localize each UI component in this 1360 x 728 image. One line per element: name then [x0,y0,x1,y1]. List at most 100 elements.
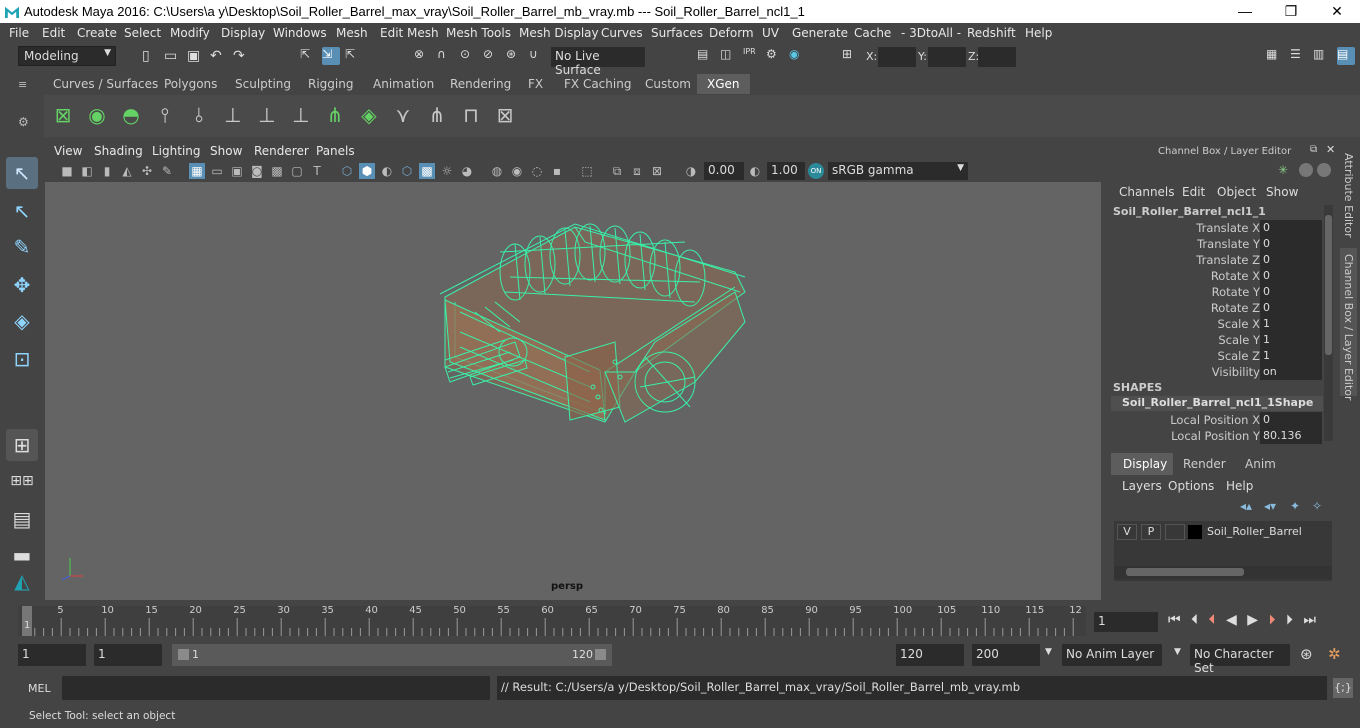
color-management-icon[interactable]: ON [808,163,824,179]
layer-color-swatch[interactable] [1188,525,1202,539]
xgen-lock-icon[interactable]: ⊥ [286,99,316,131]
channel-translate-z[interactable]: Translate Z0 [1106,252,1324,268]
cb-menu-channels[interactable]: Channels [1119,185,1175,199]
xray-joints-icon[interactable]: ⧈ [629,163,645,179]
new-layer-icon[interactable]: ✦ [1290,499,1300,513]
xgen-editor-icon[interactable]: ⊠ [48,99,78,131]
depth-of-field-icon[interactable]: ▪ [549,163,565,179]
menu-cache[interactable]: Cache [854,26,891,40]
exposure-field[interactable]: 0.00 [704,162,744,180]
shelf-tab-sculpting[interactable]: Sculpting [225,74,301,94]
maya-home-icon[interactable]: ◭ [6,565,38,597]
safe-action-icon[interactable]: ▢ [289,163,305,179]
step-back-icon[interactable]: ⏴ [1191,612,1198,628]
use-all-lights-icon[interactable]: ☼ [439,163,455,179]
xgen-grass-icon[interactable]: ⋔ [320,99,350,131]
channel-box-tab[interactable]: Channel Box / Layer Editor [1340,248,1357,401]
menu-file[interactable]: File [9,26,29,40]
menu-surfaces[interactable]: Surfaces [651,26,703,40]
xgen-brush-icon[interactable]: ⋎ [388,99,418,131]
channel-local-position-x[interactable]: Local Position X0 [1106,412,1324,428]
new-layer-selected-icon[interactable]: ✧ [1312,499,1322,513]
field-chart-icon[interactable]: ▩ [269,163,285,179]
menu-mesh-display[interactable]: Mesh Display [519,26,599,40]
bookmark-icon[interactable]: ▮ [99,163,115,179]
screen-space-ao-icon[interactable]: ◍ [489,163,505,179]
tool-settings-icon[interactable]: ▥ [1313,47,1331,65]
minimize-button[interactable]: — [1222,0,1268,23]
image-plane-icon[interactable]: ◭ [119,163,135,179]
smooth-shade-icon[interactable]: ⬢ [359,163,375,179]
menu-deform[interactable]: Deform [709,26,754,40]
viewport-menu-lighting[interactable]: Lighting [152,144,201,158]
save-scene-icon[interactable]: ▣ [187,48,205,66]
channel-value[interactable]: 0 [1260,236,1322,252]
menu-select[interactable]: Select [124,26,161,40]
safe-title-icon[interactable]: T [309,163,325,179]
redo-icon[interactable]: ↷ [233,48,251,66]
shadows-icon[interactable]: ◕ [459,163,475,179]
layer-move-up-icon[interactable]: ◂▴ [1240,499,1252,513]
channel-value[interactable]: 0 [1260,412,1322,428]
close-panel-icon[interactable]: ✕ [1326,143,1338,156]
gamma-icon[interactable]: ◐ [747,163,763,179]
close-button[interactable]: ✕ [1314,0,1360,23]
auto-key-icon[interactable]: ⊛ [1300,645,1313,663]
play-forwards-icon[interactable]: ▶ [1247,612,1258,628]
viewport-menu-panels[interactable]: Panels [316,144,355,158]
step-forward-icon[interactable]: ⏵ [1286,612,1293,628]
maximize-button[interactable]: ❐ [1268,0,1314,23]
shelf-tab-curves-surfaces[interactable]: Curves / Surfaces [43,74,168,94]
snap-view-icon[interactable]: ⊘ [483,47,501,65]
attribute-editor-icon[interactable]: ☰ [1290,47,1308,65]
snap-curve-icon[interactable]: ∩ [437,47,455,65]
menu-3dtoall[interactable]: - 3DtoAll - [901,26,961,40]
undo-icon[interactable]: ↶ [210,48,228,66]
xgen-description-icon[interactable]: ◓ [116,99,146,131]
character-set-dropdown[interactable]: No Character Set [1190,644,1290,675]
xgen-comb-icon[interactable]: ⋔ [422,99,452,131]
layers-menu-help[interactable]: Help [1226,479,1253,493]
menu-modify[interactable]: Modify [170,26,210,40]
channel-value[interactable]: 0 [1260,252,1322,268]
shelf-tab-fx-caching[interactable]: FX Caching [554,74,641,94]
channel-scrollbar[interactable] [1324,205,1333,441]
shelf-tab-rendering[interactable]: Rendering [440,74,521,94]
xray-components-icon[interactable]: ⊠ [649,163,665,179]
cb-menu-show[interactable]: Show [1266,185,1298,199]
shelf-tab-rigging[interactable]: Rigging [298,74,363,94]
channel-value[interactable]: on [1260,364,1322,380]
snap-surface-icon[interactable]: ⊛ [506,47,524,65]
colorspace-dropdown[interactable]: sRGB gamma ▼ [828,162,968,180]
paint-select-tool-icon[interactable]: ✎ [6,231,38,263]
script-editor-icon[interactable]: {;} [1333,678,1353,698]
single-perspective-layout-icon[interactable]: ⊞ [6,429,38,461]
channel-visibility[interactable]: Visibility on [1106,364,1324,380]
motion-blur-icon[interactable]: ◉ [509,163,525,179]
live-surface-field[interactable]: No Live Surface [551,47,645,77]
channel-translate-y[interactable]: Translate Y0 [1106,236,1324,252]
menu-curves[interactable]: Curves [601,26,643,40]
play-backwards-icon[interactable]: ◀ [1226,612,1237,628]
float-panel-icon[interactable]: ⧉ [1310,144,1322,156]
resolution-gate-icon[interactable]: ▣ [229,163,245,179]
z-field[interactable] [978,47,1016,67]
shelf-tab-polygons[interactable]: Polygons [154,74,227,94]
cb-menu-object[interactable]: Object [1217,185,1256,199]
four-view-layout-icon[interactable]: ⊞⊞ [6,465,38,497]
range-slider[interactable]: 1 120 [172,644,612,666]
go-to-start-icon[interactable]: ⏮ [1168,612,1181,628]
channel-axis-icon[interactable]: ✳ [1278,163,1292,177]
menu-generate[interactable]: Generate [792,26,848,40]
magnet-icon[interactable]: ∪ [529,47,547,65]
new-scene-icon[interactable]: ▯ [142,48,160,66]
viewport-menu-view[interactable]: View [54,144,82,158]
menu-create[interactable]: Create [77,26,117,40]
xgen-delete-icon[interactable]: ⊠ [490,99,520,131]
scrollbar-thumb[interactable] [1325,215,1332,355]
y-field[interactable] [928,47,966,67]
render-frame-icon[interactable]: ◫ [720,47,738,65]
channel-value[interactable]: 1 [1260,316,1322,332]
move-tool-icon[interactable]: ✥ [6,269,38,301]
menu-help[interactable]: Help [1025,26,1052,40]
